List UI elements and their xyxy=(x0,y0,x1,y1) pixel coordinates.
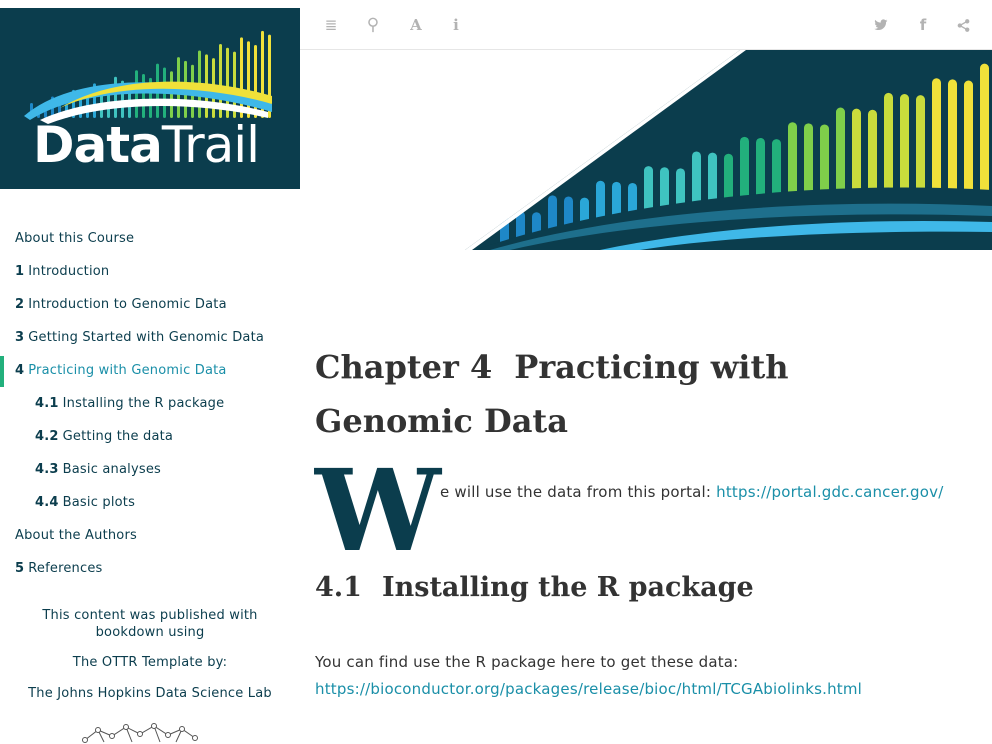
font-icon[interactable]: A xyxy=(405,14,427,36)
install-paragraph: You can find use the R package here to g… xyxy=(315,653,863,698)
sidebar-item-getting-started[interactable]: 3 Getting Started with Genomic Data xyxy=(15,330,264,345)
sidebar-item-basic-analyses[interactable]: 4.3 Basic analyses xyxy=(35,462,161,477)
active-indicator xyxy=(0,356,4,387)
sidebar-item-introduction[interactable]: 1 Introduction xyxy=(15,264,109,279)
sidebar-item-about-course[interactable]: About this Course xyxy=(15,231,134,246)
published-note: This content was published with bookdown… xyxy=(42,608,258,640)
twitter-icon[interactable] xyxy=(870,14,892,36)
chapter-title: Chapter 4 Practicing with Genomic Data xyxy=(315,348,789,440)
intro-paragraph: e will use the data from this portal: ht… xyxy=(440,483,944,501)
sidebar-item-basic-plots[interactable]: 4.4 Basic plots xyxy=(35,495,135,510)
ottr-network-logo xyxy=(82,723,198,743)
ottr-note: The OTTR Template by: xyxy=(72,655,228,670)
facebook-icon[interactable]: f xyxy=(912,14,934,36)
share-icon[interactable] xyxy=(952,14,974,36)
header-banner xyxy=(300,50,992,250)
sidebar-item-installing[interactable]: 4.1 Installing the R package xyxy=(35,396,224,411)
info-icon[interactable]: i xyxy=(445,14,467,36)
menu-icon[interactable]: ≣ xyxy=(320,14,342,36)
sidebar-item-about-authors[interactable]: About the Authors xyxy=(15,528,137,543)
gdc-portal-link[interactable]: https://portal.gdc.cancer.gov/ xyxy=(716,483,943,501)
search-icon[interactable]: ⚲ xyxy=(362,14,384,36)
sidebar: DataTrail About this Course 1 Introductio… xyxy=(0,0,300,744)
sidebar-item-practicing[interactable]: 4 Practicing with Genomic Data xyxy=(15,363,227,378)
sidebar-item-references[interactable]: 5 References xyxy=(15,561,103,576)
section-title: 4.1 Installing the R package xyxy=(315,572,754,603)
sidebar-item-getting-data[interactable]: 4.2 Getting the data xyxy=(35,429,173,444)
bioconductor-link[interactable]: https://bioconductor.org/packages/releas… xyxy=(315,680,862,698)
logo-wordmark: DataTrail xyxy=(33,116,260,174)
datatrail-logo[interactable]: DataTrail xyxy=(0,8,300,189)
sidebar-item-intro-genomic[interactable]: 2 Introduction to Genomic Data xyxy=(15,297,227,312)
drop-cap: W xyxy=(315,446,441,577)
lab-note[interactable]: The Johns Hopkins Data Science Lab xyxy=(0,686,300,701)
book-toolbar: ≣ ⚲ A i f xyxy=(300,0,992,50)
banner-mountain-graphic xyxy=(465,50,992,250)
